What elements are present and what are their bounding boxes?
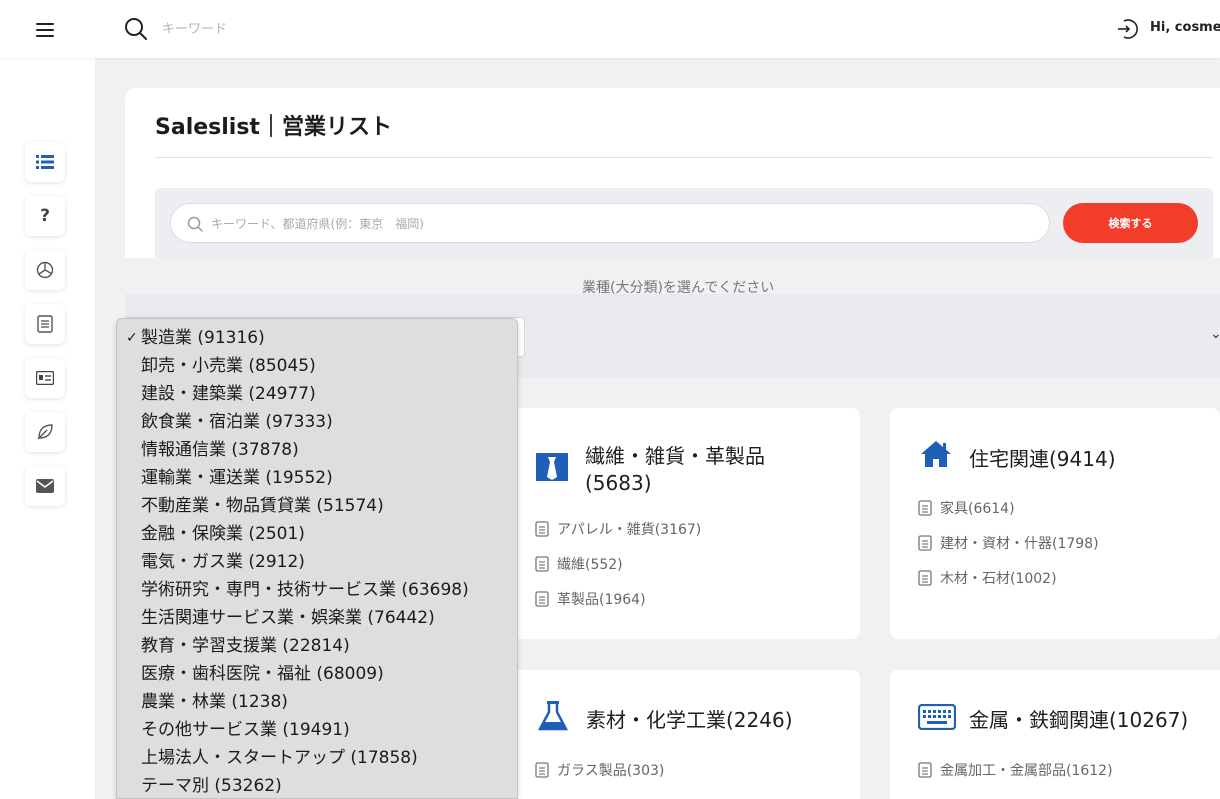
sidebar-item-list[interactable]: [25, 142, 65, 182]
category-title: 繊維・雑貨・革製品 (5683): [585, 444, 765, 495]
divider: [155, 157, 1213, 158]
subcategory-link[interactable]: 木材・石材(1002): [918, 568, 1057, 588]
search-button[interactable]: 検索する: [1063, 203, 1198, 243]
page-title: Saleslist｜営業リスト: [155, 115, 392, 140]
dropdown-option[interactable]: 学術研究・専門・技術サービス業 (63698): [117, 576, 517, 604]
id-card-icon: [36, 371, 54, 385]
document-icon: [918, 500, 932, 516]
document-icon: [535, 521, 549, 537]
top-bar: Hi, cosmex: [0, 0, 1220, 58]
search-icon: [187, 216, 203, 232]
check-icon: ✓: [126, 330, 138, 346]
subcategory-link[interactable]: 革製品(1964): [535, 589, 646, 609]
sidebar-item-document[interactable]: [25, 304, 65, 344]
keyword-search-field[interactable]: [170, 203, 1050, 243]
document-icon: [918, 762, 932, 778]
subcategory-link[interactable]: 建材・資材・什器(1798): [918, 533, 1099, 553]
category-card-chemical[interactable]: 素材・化学工業(2246) ガラス製品(303): [513, 670, 860, 799]
dropdown-option[interactable]: 電気・ガス業 (2912): [117, 548, 517, 576]
subcategory-link[interactable]: ガラス製品(303): [535, 760, 664, 780]
subcategory-link[interactable]: 金属加工・金属部品(1612): [918, 760, 1113, 780]
main-card: Saleslist｜営業リスト 検索する: [125, 88, 1220, 258]
subcategory-link[interactable]: 家具(6614): [918, 498, 1015, 518]
question-icon: ?: [40, 206, 50, 226]
document-icon: [535, 762, 549, 778]
dropdown-option[interactable]: 不動産業・物品賃貸業 (51574): [117, 492, 517, 520]
document-icon: [918, 570, 932, 586]
dropdown-option[interactable]: その他サービス業 (19491): [117, 716, 517, 744]
sidebar-item-leaf[interactable]: [25, 412, 65, 452]
document-icon: [535, 556, 549, 572]
document-icon: [37, 315, 53, 333]
keyboard-icon: [918, 704, 956, 730]
category-card-metal[interactable]: 金属・鉄鋼関連(10267) 金属加工・金属部品(1612): [890, 670, 1220, 799]
leaf-icon: [37, 424, 53, 440]
pie-chart-icon: [36, 261, 54, 279]
subcategory-link[interactable]: アパレル・雑貨(3167): [535, 519, 701, 539]
keyword-search-input[interactable]: [211, 212, 1031, 236]
document-icon: [918, 535, 932, 551]
category-title: 金属・鉄鋼関連(10267): [969, 708, 1189, 732]
dropdown-option[interactable]: 農業・林業 (1238): [117, 688, 517, 716]
subcategory-link[interactable]: 繊維(552): [535, 554, 623, 574]
document-icon: [535, 591, 549, 607]
dropdown-option[interactable]: 金融・保険業 (2501): [117, 520, 517, 548]
dropdown-option[interactable]: 卸売・小売業 (85045): [117, 352, 517, 380]
flask-icon: [538, 701, 568, 731]
category-title: 住宅関連(9414): [969, 447, 1116, 471]
top-search-input[interactable]: [162, 17, 562, 41]
dropdown-option[interactable]: 建設・建築業 (24977): [117, 380, 517, 408]
category-title: 素材・化学工業(2246): [586, 708, 793, 732]
sidebar: ?: [0, 58, 95, 799]
search-icon: [125, 18, 147, 40]
dropdown-option[interactable]: 飲食業・宿泊業 (97333): [117, 408, 517, 436]
search-panel: 検索する: [155, 188, 1213, 258]
dropdown-option[interactable]: 情報通信業 (37878): [117, 436, 517, 464]
sidebar-item-id-card[interactable]: [25, 358, 65, 398]
tie-icon: [536, 453, 568, 481]
user-greeting: Hi, cosmex: [1150, 20, 1220, 35]
dropdown-option[interactable]: 生活関連サービス業・娯楽業 (76442): [117, 604, 517, 632]
envelope-icon: [36, 479, 54, 493]
logout-icon[interactable]: [1115, 17, 1139, 41]
list-icon: [36, 155, 54, 169]
hamburger-menu-icon[interactable]: [36, 23, 54, 37]
sidebar-item-chart[interactable]: [25, 250, 65, 290]
sidebar-item-mail[interactable]: [25, 466, 65, 506]
industry-dropdown-menu: ✓ 製造業 (91316) 卸売・小売業 (85045) 建設・建築業 (2497…: [116, 318, 518, 799]
dropdown-option[interactable]: ✓ 製造業 (91316): [117, 324, 517, 352]
category-card-textile[interactable]: 繊維・雑貨・革製品 (5683) アパレル・雑貨(3167) 繊維(552) 革…: [513, 408, 860, 639]
sidebar-item-help[interactable]: ?: [25, 196, 65, 236]
home-icon: [921, 441, 951, 467]
dropdown-option[interactable]: 医療・歯科医院・福祉 (68009): [117, 660, 517, 688]
category-card-housing[interactable]: 住宅関連(9414) 家具(6614) 建材・資材・什器(1798) 木材・石材…: [890, 408, 1220, 639]
dropdown-option[interactable]: 上場法人・スタートアップ (17858): [117, 744, 517, 772]
chevron-down-icon[interactable]: ⌄: [1210, 326, 1220, 342]
dropdown-option[interactable]: 運輸業・運送業 (19552): [117, 464, 517, 492]
dropdown-option[interactable]: テーマ別 (53262): [117, 772, 517, 799]
dropdown-option[interactable]: 教育・学習支援業 (22814): [117, 632, 517, 660]
